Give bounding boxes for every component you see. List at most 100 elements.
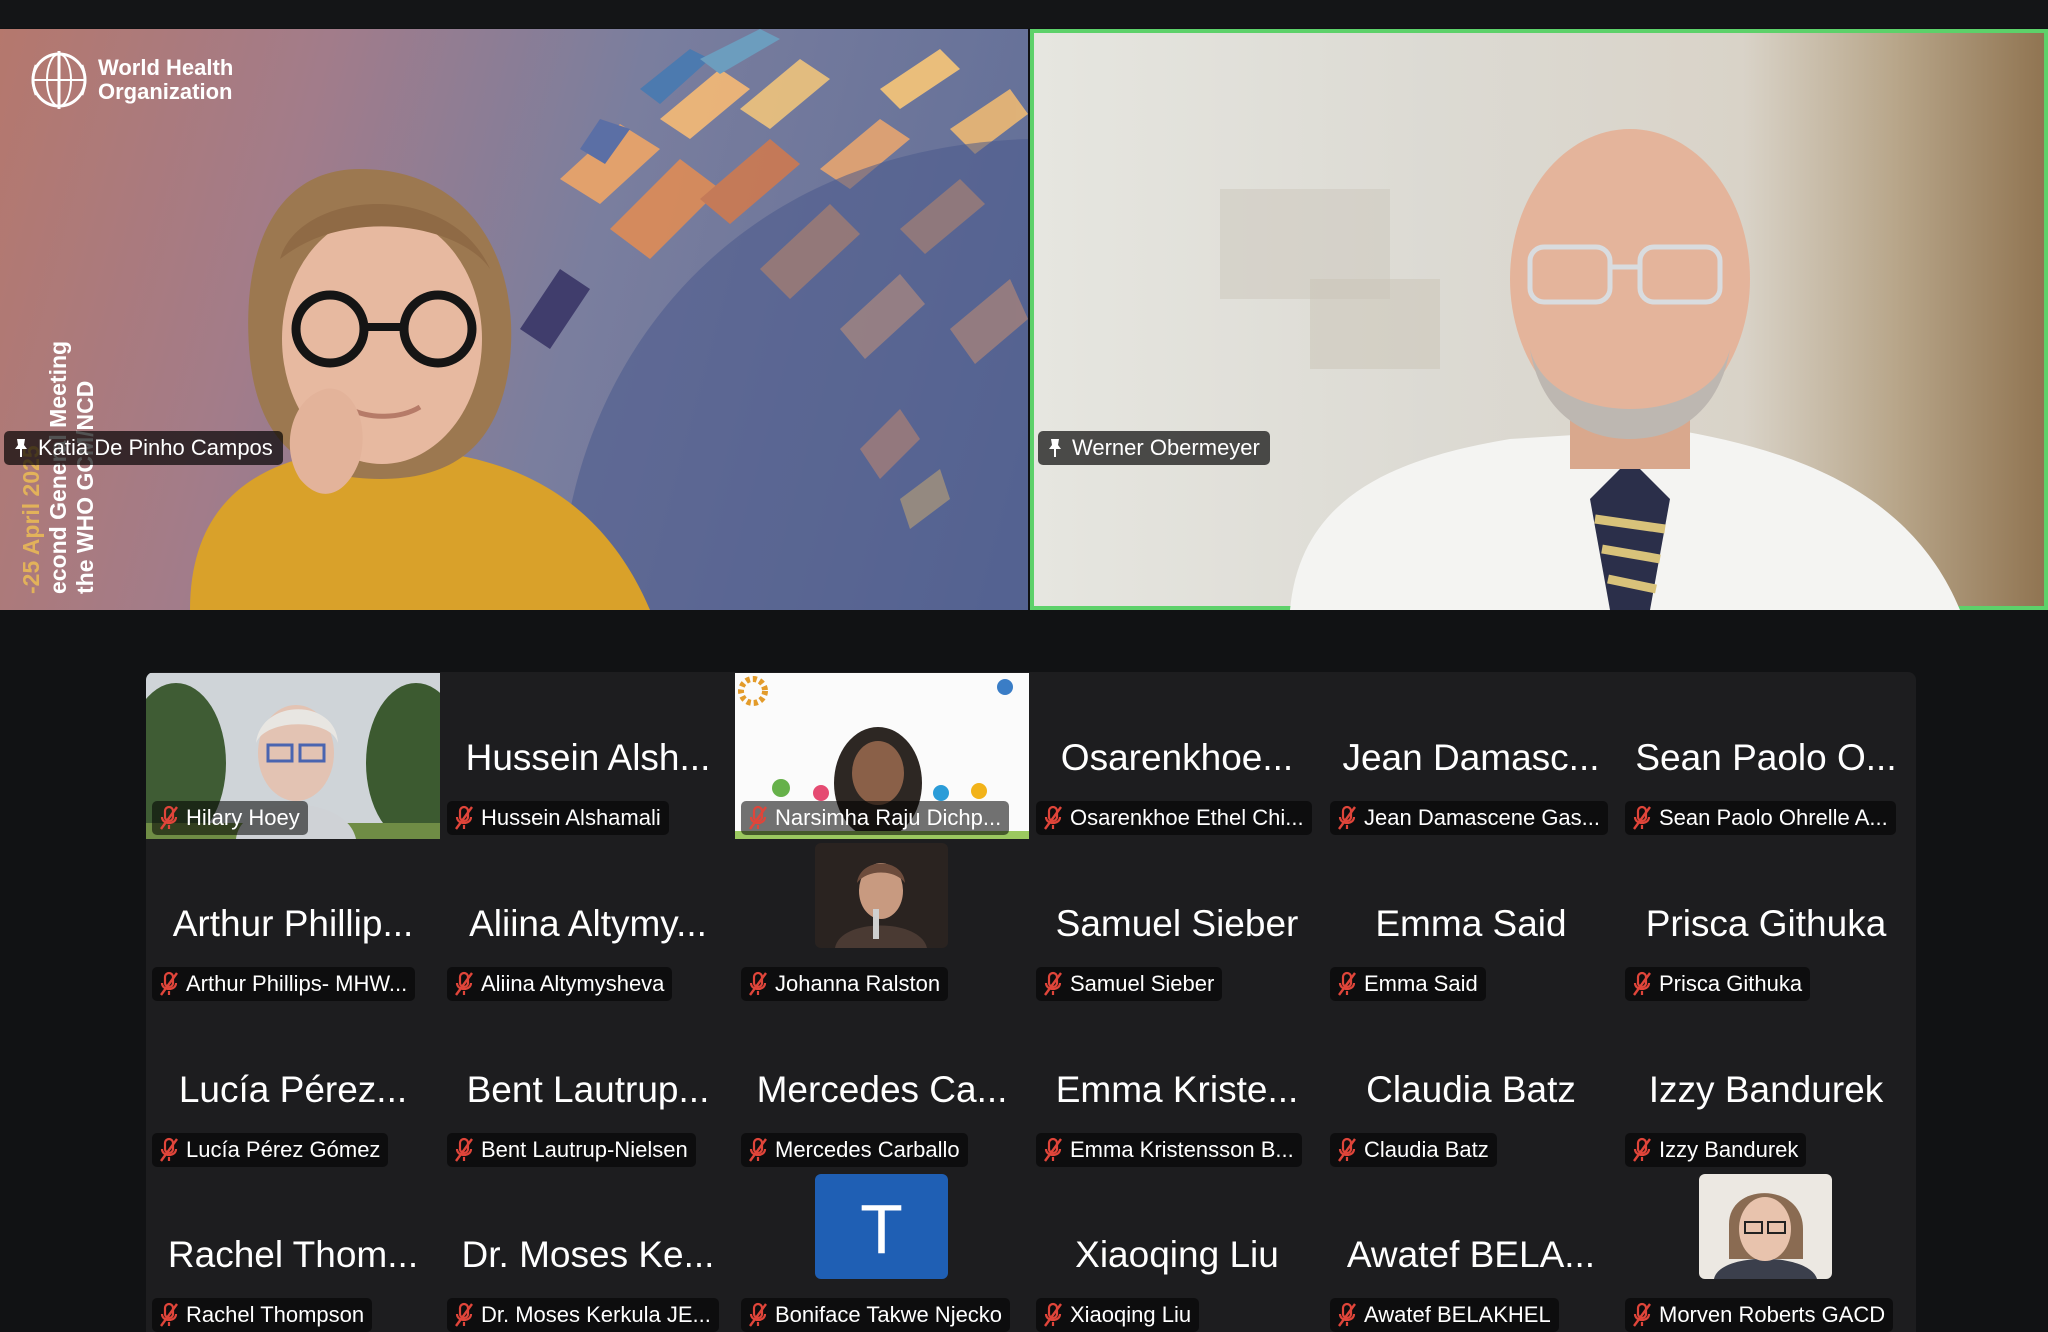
participant-video	[815, 843, 948, 948]
participant-name: Claudia Batz	[1364, 1137, 1489, 1162]
participant-display-name: Sean Paolo O...	[1635, 737, 1897, 778]
participant-name: Boniface Takwe Njecko	[775, 1302, 1003, 1327]
mic-muted-icon	[1044, 1137, 1062, 1162]
participant-tile[interactable]: Awatef BELA... Awatef BELAKHEL	[1324, 1170, 1618, 1332]
participant-display-name: Mercedes Ca...	[756, 1069, 1008, 1110]
participant-display-name: Aliina Altymy...	[469, 903, 707, 944]
participant-tile[interactable]: Claudia Batz Claudia Batz	[1324, 1005, 1618, 1171]
mic-muted-icon	[749, 1302, 767, 1327]
participant-tile[interactable]: Jean Damasc... Jean Damascene Gas...	[1324, 673, 1618, 839]
participant-display-name: Samuel Sieber	[1055, 903, 1299, 944]
participant-name: Hilary Hoey	[186, 805, 300, 830]
participant-tile[interactable]: Mercedes Ca... Mercedes Carballo	[735, 1005, 1029, 1171]
participant-name-tag: Emma Said	[1330, 967, 1486, 1001]
participant-tile[interactable]: Johanna Ralston	[735, 839, 1029, 1005]
participant-name: Jean Damascene Gas...	[1364, 805, 1601, 830]
participant-name: Prisca Githuka	[1659, 971, 1803, 996]
mic-muted-icon	[1338, 1137, 1356, 1162]
participant-tile[interactable]: Sean Paolo O... Sean Paolo Ohrelle A...	[1619, 673, 1913, 839]
participant-name: Arthur Phillips- MHW...	[186, 971, 408, 996]
participant-name: Sean Paolo Ohrelle A...	[1659, 805, 1888, 830]
participant-name-tag: Awatef BELAKHEL	[1330, 1298, 1559, 1332]
participant-tile[interactable]: Arthur Phillip... Arthur Phillips- MHW...	[146, 839, 440, 1005]
participant-display-name: Xiaoqing Liu	[1075, 1234, 1279, 1275]
participant-tile[interactable]: Prisca Githuka Prisca Githuka	[1619, 839, 1913, 1005]
mic-muted-icon	[1633, 805, 1651, 830]
participant-tile[interactable]: Dr. Moses Ke... Dr. Moses Kerkula JE...	[441, 1170, 735, 1332]
slide-date: -25 April 2025	[18, 445, 44, 594]
who-emblem-icon	[31, 51, 87, 109]
participant-tile[interactable]: Hussein Alsh... Hussein Alshamali	[441, 673, 735, 839]
participant-name-tag: Aliina Altymysheva	[447, 967, 673, 1001]
participant-tile[interactable]: Samuel Sieber Samuel Sieber	[1030, 839, 1324, 1005]
mic-muted-icon	[1044, 805, 1062, 830]
who-logo: World Health Organization	[26, 47, 248, 113]
participant-name: Lucía Pérez Gómez	[186, 1137, 381, 1162]
participant-display-name: Claudia Batz	[1366, 1069, 1576, 1110]
participant-tile[interactable]: Osarenkhoe... Osarenkhoe Ethel Chi...	[1030, 673, 1324, 839]
participant-name: Emma Said	[1364, 971, 1478, 996]
participant-tile[interactable]: Morven Roberts GACD	[1619, 1170, 1913, 1332]
participant-name: Osarenkhoe Ethel Chi...	[1070, 805, 1304, 830]
participant-name-tag: Morven Roberts GACD	[1625, 1298, 1894, 1332]
speaker-figure-right	[1220, 129, 1960, 610]
mic-muted-icon	[455, 971, 473, 996]
speaker-video-right[interactable]: Werner Obermeyer	[1030, 29, 2048, 610]
mic-muted-icon	[1633, 971, 1651, 996]
participant-display-name: Izzy Bandurek	[1648, 1069, 1884, 1110]
participant-name-tag: Dr. Moses Kerkula JE...	[447, 1298, 719, 1332]
participant-tile[interactable]: Aliina Altymy... Aliina Altymysheva	[441, 839, 735, 1005]
slide-vertical-title: -25 April 2025 econd General Meeting the…	[18, 174, 99, 594]
participant-tile[interactable]: T Boniface Takwe Njecko	[735, 1170, 1029, 1332]
mic-muted-icon	[160, 1137, 178, 1162]
participant-tile[interactable]: Emma Kriste... Emma Kristensson B...	[1030, 1005, 1324, 1171]
mic-muted-icon	[1633, 1137, 1651, 1162]
participant-tile[interactable]: Bent Lautrup... Bent Lautrup-Nielsen	[441, 1005, 735, 1171]
mic-muted-icon	[455, 1302, 473, 1327]
participant-name-tag: Izzy Bandurek	[1625, 1133, 1807, 1167]
participant-name: Izzy Bandurek	[1659, 1137, 1799, 1162]
pin-icon	[1049, 439, 1061, 457]
participant-display-name: Rachel Thom...	[167, 1234, 419, 1275]
speaker-name-left: Katia De Pinho Campos	[38, 435, 273, 460]
participant-name: Awatef BELAKHEL	[1364, 1302, 1551, 1327]
participant-display-name: Prisca Githuka	[1645, 903, 1887, 944]
participant-display-name: Emma Said	[1375, 903, 1567, 944]
mic-muted-icon	[1338, 971, 1356, 996]
pin-icon	[15, 439, 27, 457]
participant-name: Narsimha Raju Dichp...	[775, 805, 1002, 830]
participant-name: Xiaoqing Liu	[1070, 1302, 1192, 1327]
participant-tile[interactable]: Rachel Thom... Rachel Thompson	[146, 1170, 440, 1332]
participant-name: Mercedes Carballo	[775, 1137, 960, 1162]
participant-tile[interactable]: Lucía Pérez... Lucía Pérez Gómez	[146, 1005, 440, 1171]
participant-tile[interactable]: Xiaoqing Liu Xiaoqing Liu	[1030, 1170, 1324, 1332]
participant-tile[interactable]: Emma Said Emma Said	[1324, 839, 1618, 1005]
participant-name-tag: Boniface Takwe Njecko	[741, 1298, 1011, 1332]
participant-name-tag: Prisca Githuka	[1625, 967, 1811, 1001]
mic-muted-icon	[1338, 1302, 1356, 1327]
participant-display-name: Bent Lautrup...	[466, 1069, 710, 1110]
participant-name-tag: Rachel Thompson	[152, 1298, 373, 1332]
speaker-video-left[interactable]: World Health Organization -25 April 2025…	[0, 29, 1028, 610]
participant-name: Morven Roberts GACD	[1659, 1302, 1886, 1327]
slide-meeting: econd General Meeting	[45, 340, 71, 594]
slide-org: the WHO GCM/NCD	[72, 380, 98, 594]
mic-muted-icon	[1633, 1302, 1651, 1327]
mic-muted-icon	[455, 805, 473, 830]
participant-tile[interactable]: Hilary Hoey	[146, 673, 440, 839]
participant-name: Samuel Sieber	[1070, 971, 1215, 996]
mic-muted-icon	[455, 1137, 473, 1162]
participant-name-tag: Claudia Batz	[1330, 1133, 1497, 1167]
mic-muted-icon	[160, 805, 178, 830]
participant-name-tag: Hilary Hoey	[152, 801, 308, 835]
participant-name: Hussein Alshamali	[481, 805, 661, 830]
participant-tile[interactable]: Narsimha Raju Dichp...	[735, 673, 1029, 839]
participant-display-name: Hussein Alsh...	[465, 737, 711, 778]
speaker-figure-left	[190, 169, 650, 610]
participant-tile[interactable]: Izzy Bandurek Izzy Bandurek	[1619, 1005, 1913, 1171]
participant-name: Bent Lautrup-Nielsen	[481, 1137, 688, 1162]
participant-gallery[interactable]: Hilary Hoey Hussein Alsh... Hussein Alsham…	[146, 672, 1916, 1332]
speaker-name-right: Werner Obermeyer	[1072, 435, 1260, 460]
mic-muted-icon	[749, 1137, 767, 1162]
participant-display-name: Awatef BELA...	[1346, 1234, 1596, 1275]
